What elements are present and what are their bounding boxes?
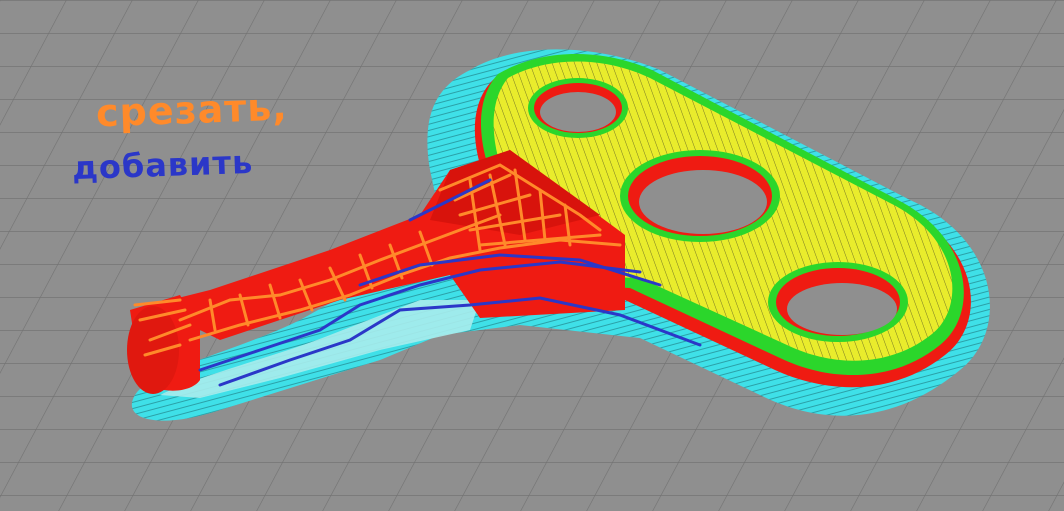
- annotation-add-label: добавить: [71, 142, 254, 188]
- hole-bottom: [768, 262, 908, 342]
- annotation-cut-label: срезать,: [95, 84, 289, 136]
- print-preview-scene: [0, 0, 1064, 511]
- hole-middle: [620, 150, 780, 242]
- slicer-3d-viewport[interactable]: срезать, добавить: [0, 0, 1064, 511]
- hole-top: [528, 78, 628, 138]
